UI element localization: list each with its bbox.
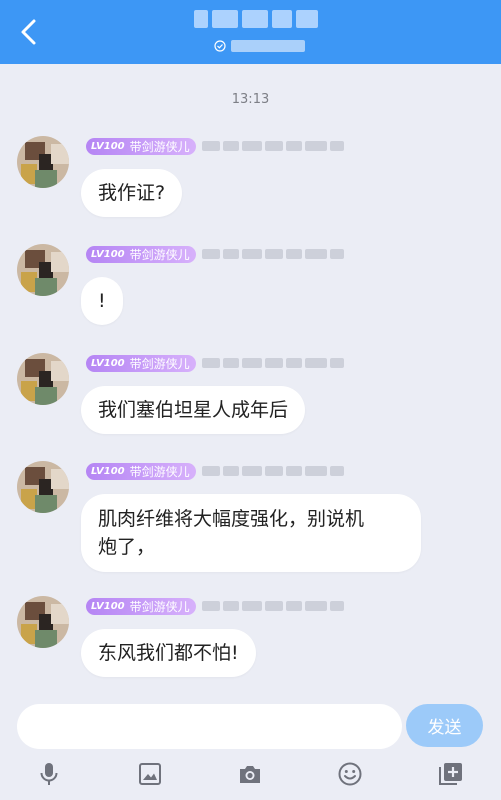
subtitle-blurred xyxy=(231,40,305,52)
message-text: 我们塞伯坦星人成年后 xyxy=(98,399,289,421)
message-bubble[interactable]: 我们塞伯坦星人成年后 xyxy=(81,386,306,434)
message-text: 我作证? xyxy=(98,182,166,204)
level-label: LV100 xyxy=(91,140,125,152)
microphone-icon xyxy=(40,763,58,785)
level-badge: LV100 带剑游侠儿 xyxy=(86,137,196,155)
sender-name-blurred xyxy=(201,601,347,611)
member-title: 带剑游侠儿 xyxy=(129,247,190,262)
message-text: ! xyxy=(98,290,106,312)
member-title: 带剑游侠儿 xyxy=(129,356,190,371)
send-button[interactable]: 发送 xyxy=(406,704,483,747)
message-timestamp: 13:13 xyxy=(231,92,270,107)
emoji-button[interactable] xyxy=(334,758,366,790)
message-text: 东风我们都不怕! xyxy=(98,642,239,664)
member-title: 带剑游侠儿 xyxy=(129,599,190,614)
avatar[interactable] xyxy=(17,461,69,513)
sender-meta: LV100 带剑游侠儿 xyxy=(86,137,347,155)
sender-name-blurred xyxy=(201,358,347,368)
sender-name-blurred xyxy=(201,466,347,476)
sender-meta: LV100 带剑游侠儿 xyxy=(86,354,347,372)
level-label: LV100 xyxy=(91,248,125,260)
sender-meta: LV100 带剑游侠儿 xyxy=(86,245,347,263)
avatar[interactable] xyxy=(17,353,69,405)
camera-button[interactable] xyxy=(234,758,266,790)
add-icon xyxy=(439,763,462,785)
message-text-line: 肌肉纤维将大幅度强化，别说机 xyxy=(98,508,365,530)
image-button[interactable] xyxy=(134,758,166,790)
avatar[interactable] xyxy=(17,244,69,296)
verified-icon xyxy=(214,40,226,52)
message-bubble[interactable]: 我作证? xyxy=(81,169,183,217)
level-label: LV100 xyxy=(91,465,125,477)
message-bubble[interactable]: ! xyxy=(81,277,123,325)
sender-meta: LV100 带剑游侠儿 xyxy=(86,462,347,480)
member-title: 带剑游侠儿 xyxy=(129,139,190,154)
image-icon xyxy=(139,763,161,785)
back-button[interactable] xyxy=(10,12,50,52)
level-badge: LV100 带剑游侠儿 xyxy=(86,597,196,615)
chevron-left-icon xyxy=(21,19,36,45)
sender-name-blurred xyxy=(201,249,347,259)
chat-title-blurred xyxy=(194,10,324,32)
level-badge: LV100 带剑游侠儿 xyxy=(86,354,196,372)
sender-meta: LV100 带剑游侠儿 xyxy=(86,597,347,615)
camera-icon xyxy=(240,766,260,783)
member-title: 带剑游侠儿 xyxy=(129,464,190,479)
level-label: LV100 xyxy=(91,357,125,369)
level-badge: LV100 带剑游侠儿 xyxy=(86,462,196,480)
level-label: LV100 xyxy=(91,600,125,612)
sender-name-blurred xyxy=(201,141,347,151)
message-input[interactable] xyxy=(17,704,402,749)
microphone-button[interactable] xyxy=(33,758,65,790)
avatar[interactable] xyxy=(17,596,69,648)
avatar[interactable] xyxy=(17,136,69,188)
message-text-line: 炮了， xyxy=(98,536,156,558)
chat-subtitle xyxy=(214,38,305,54)
emoji-icon xyxy=(338,762,362,786)
message-bubble[interactable]: 东风我们都不怕! xyxy=(81,629,256,677)
level-badge: LV100 带剑游侠儿 xyxy=(86,245,196,263)
add-button[interactable] xyxy=(435,758,467,790)
chat-header xyxy=(0,0,501,64)
message-bubble[interactable]: 肌肉纤维将大幅度强化，别说机 炮了， xyxy=(81,494,421,572)
